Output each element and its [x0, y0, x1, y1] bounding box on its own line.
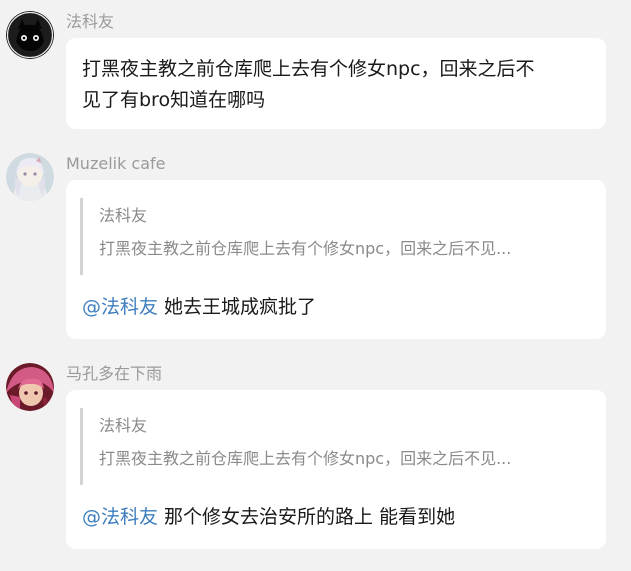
quote-author: 法科友	[99, 416, 148, 435]
chat-message: 法科友 打黑夜主教之前仓库爬上去有个修女npc，回来之后不 见了有bro知道在哪…	[0, 0, 631, 140]
reply-body: 那个修女去治安所的路上 能看到她	[158, 506, 456, 528]
sender-name[interactable]: 法科友	[66, 12, 114, 32]
reply-text: @法科友 她去王城成疯批了	[82, 295, 316, 319]
message-text-line: 打黑夜主教之前仓库爬上去有个修女npc，回来之后不	[82, 58, 535, 80]
quote-text: 打黑夜主教之前仓库爬上去有个修女npc，回来之后不见...	[99, 449, 512, 468]
reply-text: @法科友 那个修女去治安所的路上 能看到她	[82, 505, 455, 529]
reply-body: 她去王城成疯批了	[158, 296, 317, 318]
message-bubble: 法科友 打黑夜主教之前仓库爬上去有个修女npc，回来之后不见... @法科友 她…	[66, 180, 606, 339]
sender-name[interactable]: Muzelik cafe	[66, 154, 166, 174]
quoted-message[interactable]: 法科友 打黑夜主教之前仓库爬上去有个修女npc，回来之后不见...	[80, 408, 592, 485]
message-bubble: 法科友 打黑夜主教之前仓库爬上去有个修女npc，回来之后不见... @法科友 那…	[66, 390, 606, 549]
message-bubble: 打黑夜主教之前仓库爬上去有个修女npc，回来之后不 见了有bro知道在哪吗	[66, 38, 606, 129]
pink-hair-avatar-icon[interactable]	[6, 363, 54, 411]
anime-girl-avatar-icon[interactable]	[6, 153, 54, 201]
quote-author: 法科友	[99, 206, 148, 225]
quoted-message[interactable]: 法科友 打黑夜主教之前仓库爬上去有个修女npc，回来之后不见...	[80, 198, 592, 275]
black-cat-avatar-icon[interactable]	[6, 11, 54, 59]
sender-name[interactable]: 马孔多在下雨	[66, 364, 162, 384]
message-text-line: 见了有bro知道在哪吗	[82, 89, 266, 111]
mention-link[interactable]: @法科友	[82, 296, 158, 318]
message-text: 打黑夜主教之前仓库爬上去有个修女npc，回来之后不 见了有bro知道在哪吗	[82, 54, 590, 116]
mention-link[interactable]: @法科友	[82, 506, 158, 528]
quote-text: 打黑夜主教之前仓库爬上去有个修女npc，回来之后不见...	[99, 239, 512, 258]
